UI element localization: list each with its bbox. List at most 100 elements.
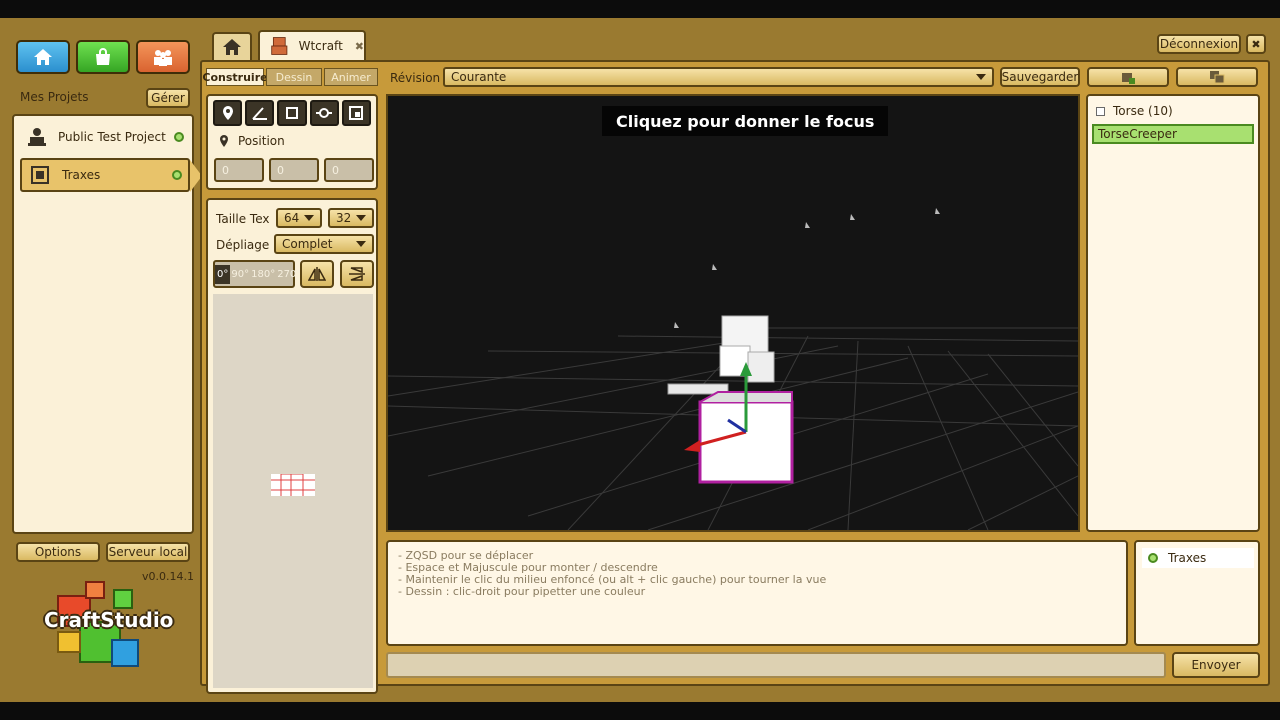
collapse-icon[interactable] [1096, 106, 1105, 116]
rotation-0[interactable]: 0° [215, 264, 231, 284]
home-icon [223, 39, 241, 55]
tab-dessin[interactable]: Dessin [266, 68, 322, 86]
mode-tabs: Construire Dessin Animer [202, 68, 378, 88]
revision-label: Révision [390, 71, 441, 85]
texture-panel: Taille Tex 64 32 Dépliage Complet 0° 90°… [206, 198, 378, 694]
app-window: Mes Projets Gérer Public Test Project Tr… [0, 18, 1280, 702]
tab-label: Wtcraft [298, 39, 343, 53]
tree-group-label: Torse (10) [1113, 104, 1173, 118]
project-name: Traxes [62, 168, 101, 182]
flip-button[interactable] [340, 260, 374, 288]
tool-bar [213, 100, 372, 126]
tab-construire[interactable]: Construire [202, 68, 268, 86]
local-server-button[interactable]: Serveur local [106, 542, 190, 562]
logo-text: CraftStudio [44, 608, 174, 632]
duplicate-cube-icon [1210, 71, 1225, 84]
user-item: Traxes [1142, 548, 1254, 568]
options-button[interactable]: Options [16, 542, 100, 562]
transform-panel: Position 0 0 0 [206, 94, 378, 190]
revision-select[interactable]: Courante [443, 67, 994, 87]
tex-height-value: 32 [336, 211, 352, 225]
angle-icon [252, 107, 267, 120]
close-app-button[interactable]: ✖ [1246, 34, 1266, 54]
tab-animer[interactable]: Animer [324, 68, 378, 86]
project-item-public-test[interactable]: Public Test Project [18, 120, 188, 154]
flip-icon [349, 267, 365, 281]
unfold-select[interactable]: Complet [274, 234, 374, 254]
3d-viewport[interactable]: Cliquez pour donner le focus [386, 94, 1080, 532]
pin-icon [220, 135, 228, 147]
tex-width-value: 64 [284, 211, 300, 225]
bottom-letterbox [0, 702, 1280, 720]
craftstudio-logo: CraftStudio [40, 574, 174, 674]
project-item-traxes[interactable]: Traxes [20, 158, 190, 192]
rotate-tool[interactable] [245, 100, 275, 126]
chevron-down-icon [304, 215, 314, 221]
move-tool[interactable] [213, 100, 243, 126]
chat-input[interactable] [386, 652, 1166, 678]
my-projects-label: Mes Projets [20, 90, 89, 104]
pivot-icon [316, 108, 333, 118]
top-letterbox [0, 0, 1280, 18]
revision-value: Courante [451, 70, 507, 84]
people-icon [154, 50, 172, 66]
pin-icon [222, 106, 233, 120]
scale-tool[interactable] [277, 100, 307, 126]
close-tab-icon[interactable]: ✖ [355, 40, 364, 53]
tree-item-torsecreeper[interactable]: TorseCreeper [1092, 124, 1254, 144]
logout-button[interactable]: Déconnexion [1157, 34, 1241, 54]
chevron-down-icon [356, 215, 366, 221]
project-list: Public Test Project Traxes [12, 114, 202, 534]
viewport-grid [388, 208, 1078, 530]
project-name: Public Test Project [58, 130, 166, 144]
add-cube-icon [1122, 73, 1135, 84]
person-stamp-icon [28, 128, 46, 146]
pivot-tool[interactable] [309, 100, 339, 126]
duplicate-box-button[interactable] [1176, 67, 1258, 87]
texture-canvas[interactable] [213, 294, 373, 688]
position-x-input[interactable]: 0 [214, 158, 264, 182]
tree-group-torse[interactable]: Torse (10) [1096, 104, 1173, 118]
tab-home[interactable] [212, 32, 252, 60]
texture-uv-map [271, 474, 315, 496]
position-label: Position [238, 134, 285, 148]
online-status-dot [1148, 553, 1158, 563]
send-button[interactable]: Envoyer [1172, 652, 1260, 678]
unfold-label: Dépliage [216, 238, 270, 252]
rotation-selector: 0° 90° 180° 270° [213, 260, 301, 288]
model-icon [31, 166, 49, 184]
shopping-bag-icon [96, 48, 110, 65]
mirror-button[interactable] [300, 260, 334, 288]
size-tool[interactable] [341, 100, 372, 126]
resize-box-icon [286, 107, 298, 119]
save-button[interactable]: Sauvegarder [1000, 67, 1080, 87]
house-icon [34, 49, 52, 65]
community-button[interactable] [136, 40, 190, 74]
rotation-270[interactable]: 270° [276, 269, 302, 280]
help-panel: - ZQSD pour se déplacer - Espace et Maju… [386, 540, 1128, 646]
online-status-dot [174, 132, 184, 142]
tex-height-select[interactable]: 32 [328, 208, 374, 228]
model-tree: Torse (10) TorseCreeper [1086, 94, 1260, 532]
close-icon: ✖ [1251, 37, 1261, 51]
position-y-input[interactable]: 0 [269, 158, 319, 182]
tex-size-label: Taille Tex [216, 212, 270, 226]
focus-overlay[interactable]: Cliquez pour donner le focus [602, 106, 889, 136]
tex-width-select[interactable]: 64 [276, 208, 322, 228]
rotation-180[interactable]: 180° [250, 269, 276, 280]
add-box-button[interactable] [1087, 67, 1169, 87]
creeper-model [667, 315, 794, 484]
home-nav-button[interactable] [16, 40, 70, 74]
tab-wtcraft[interactable]: Wtcraft ✖ [258, 30, 366, 60]
store-button[interactable] [76, 40, 130, 74]
unfold-value: Complet [282, 237, 333, 251]
help-line: - Dessin : clic-droit pour pipetter une … [398, 585, 646, 598]
position-z-input[interactable]: 0 [324, 158, 374, 182]
online-status-dot [172, 170, 182, 180]
rotation-90[interactable]: 90° [230, 269, 250, 280]
chevron-down-icon [356, 241, 366, 247]
mirror-icon [308, 267, 326, 281]
manage-projects-button[interactable]: Gérer [146, 88, 190, 108]
chevron-down-icon [976, 74, 986, 80]
position-row: Position [218, 134, 285, 148]
